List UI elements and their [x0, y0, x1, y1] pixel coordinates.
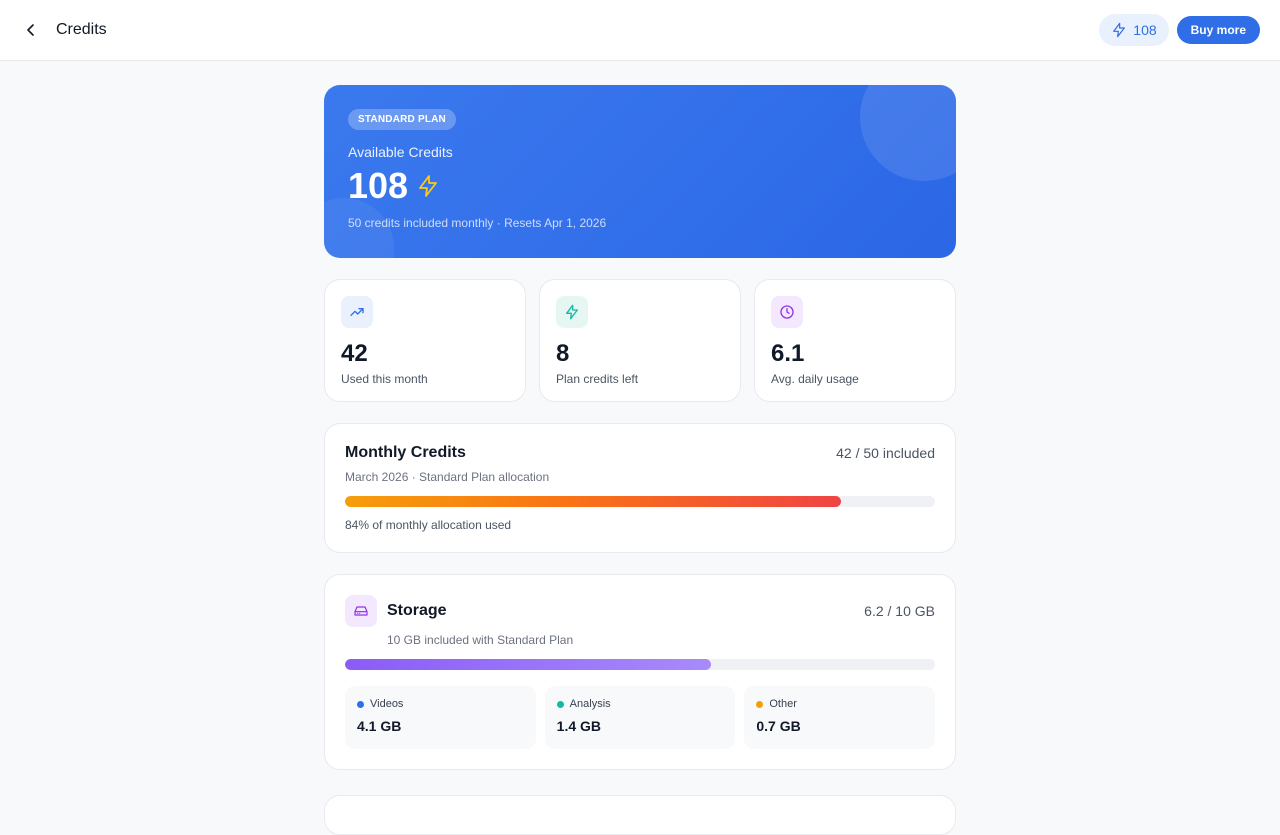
next-card-partial: [324, 795, 956, 835]
stat-label: Plan credits left: [556, 372, 639, 386]
stat-card-used: 42 Used this month: [324, 279, 526, 402]
stat-label: Avg. daily usage: [771, 372, 859, 386]
available-credits-label: Available Credits: [348, 144, 453, 160]
top-bar-left: Credits: [20, 19, 107, 41]
monthly-progress-track: [345, 496, 935, 507]
stat-card-avg-daily: 6.1 Avg. daily usage: [754, 279, 956, 402]
hard-drive-icon: [345, 595, 377, 627]
stats-row: 42 Used this month 8 Plan credits left 6…: [324, 279, 956, 402]
storage-subtitle: 10 GB included with Standard Plan: [387, 633, 574, 647]
decorative-circle: [324, 198, 394, 258]
stat-value: 8: [556, 340, 570, 367]
card-header: Storage 6.2 / 10 GB: [345, 595, 935, 627]
storage-card: Storage 6.2 / 10 GB 10 GB included with …: [324, 574, 956, 770]
monthly-progress-caption: 84% of monthly allocation used: [345, 518, 512, 532]
segment-label: Analysis: [556, 698, 724, 710]
storage-segment-videos: Videos 4.1 GB: [345, 686, 536, 749]
credit-balance-value: 108: [1133, 22, 1157, 38]
credits-hero-card: STANDARD PLAN Available Credits 108 50 c…: [324, 85, 956, 258]
lightning-icon: [1113, 22, 1126, 38]
storage-breakdown: Videos 4.1 GB Analysis 1.4 GB Other 0.7 …: [345, 686, 936, 749]
segment-label: Videos: [357, 698, 524, 710]
main-content: STANDARD PLAN Available Credits 108 50 c…: [324, 85, 956, 770]
storage-usage: 6.2 / 10 GB: [864, 603, 935, 619]
chevron-left-icon: [27, 24, 34, 36]
lightning-icon: [556, 296, 588, 328]
storage-progress-track: [345, 659, 935, 670]
stat-value: 6.1: [771, 340, 805, 367]
storage-segment-analysis: Analysis 1.4 GB: [544, 686, 736, 749]
storage-title-group: Storage: [345, 595, 447, 627]
storage-title: Storage: [387, 602, 447, 619]
segment-name: Videos: [370, 698, 404, 710]
segment-value: 0.7 GB: [756, 718, 801, 734]
segment-name: Other: [769, 698, 797, 710]
monthly-credits-title: Monthly Credits: [345, 444, 466, 461]
segment-label: Other: [756, 698, 923, 710]
lightning-icon: [419, 175, 437, 197]
storage-segment-other: Other 0.7 GB: [744, 686, 936, 749]
storage-progress-fill: [345, 659, 711, 670]
top-bar: Credits 108 Buy more: [0, 0, 1280, 61]
monthly-credits-subtitle: March 2026 · Standard Plan allocation: [345, 470, 550, 484]
trending-up-icon: [341, 296, 373, 328]
monthly-credits-count: 42 / 50 included: [836, 445, 935, 461]
card-header: Monthly Credits 42 / 50 included: [345, 444, 935, 462]
segment-value: 1.4 GB: [556, 718, 602, 734]
monthly-credits-card: Monthly Credits 42 / 50 included March 2…: [324, 423, 956, 553]
plan-badge: STANDARD PLAN: [348, 109, 456, 130]
segment-name: Analysis: [569, 698, 611, 710]
segment-dot: [756, 700, 764, 708]
top-bar-right: 108 Buy more: [1099, 14, 1260, 46]
available-credits-amount: 108: [348, 166, 932, 206]
back-button[interactable]: [20, 19, 42, 41]
credit-balance-pill[interactable]: 108: [1099, 14, 1169, 46]
page-title: Credits: [56, 21, 107, 38]
clock-icon: [771, 296, 803, 328]
stat-label: Used this month: [341, 372, 428, 386]
credits-reset-note: 50 credits included monthly · Resets Apr…: [348, 216, 607, 230]
stat-card-plan-left: 8 Plan credits left: [539, 279, 741, 402]
buy-more-button[interactable]: Buy more: [1176, 16, 1260, 44]
segment-dot: [357, 700, 364, 708]
segment-dot: [556, 700, 564, 708]
stat-value: 42: [341, 340, 368, 367]
segment-value: 4.1 GB: [357, 718, 402, 734]
monthly-progress-fill: [345, 496, 841, 507]
